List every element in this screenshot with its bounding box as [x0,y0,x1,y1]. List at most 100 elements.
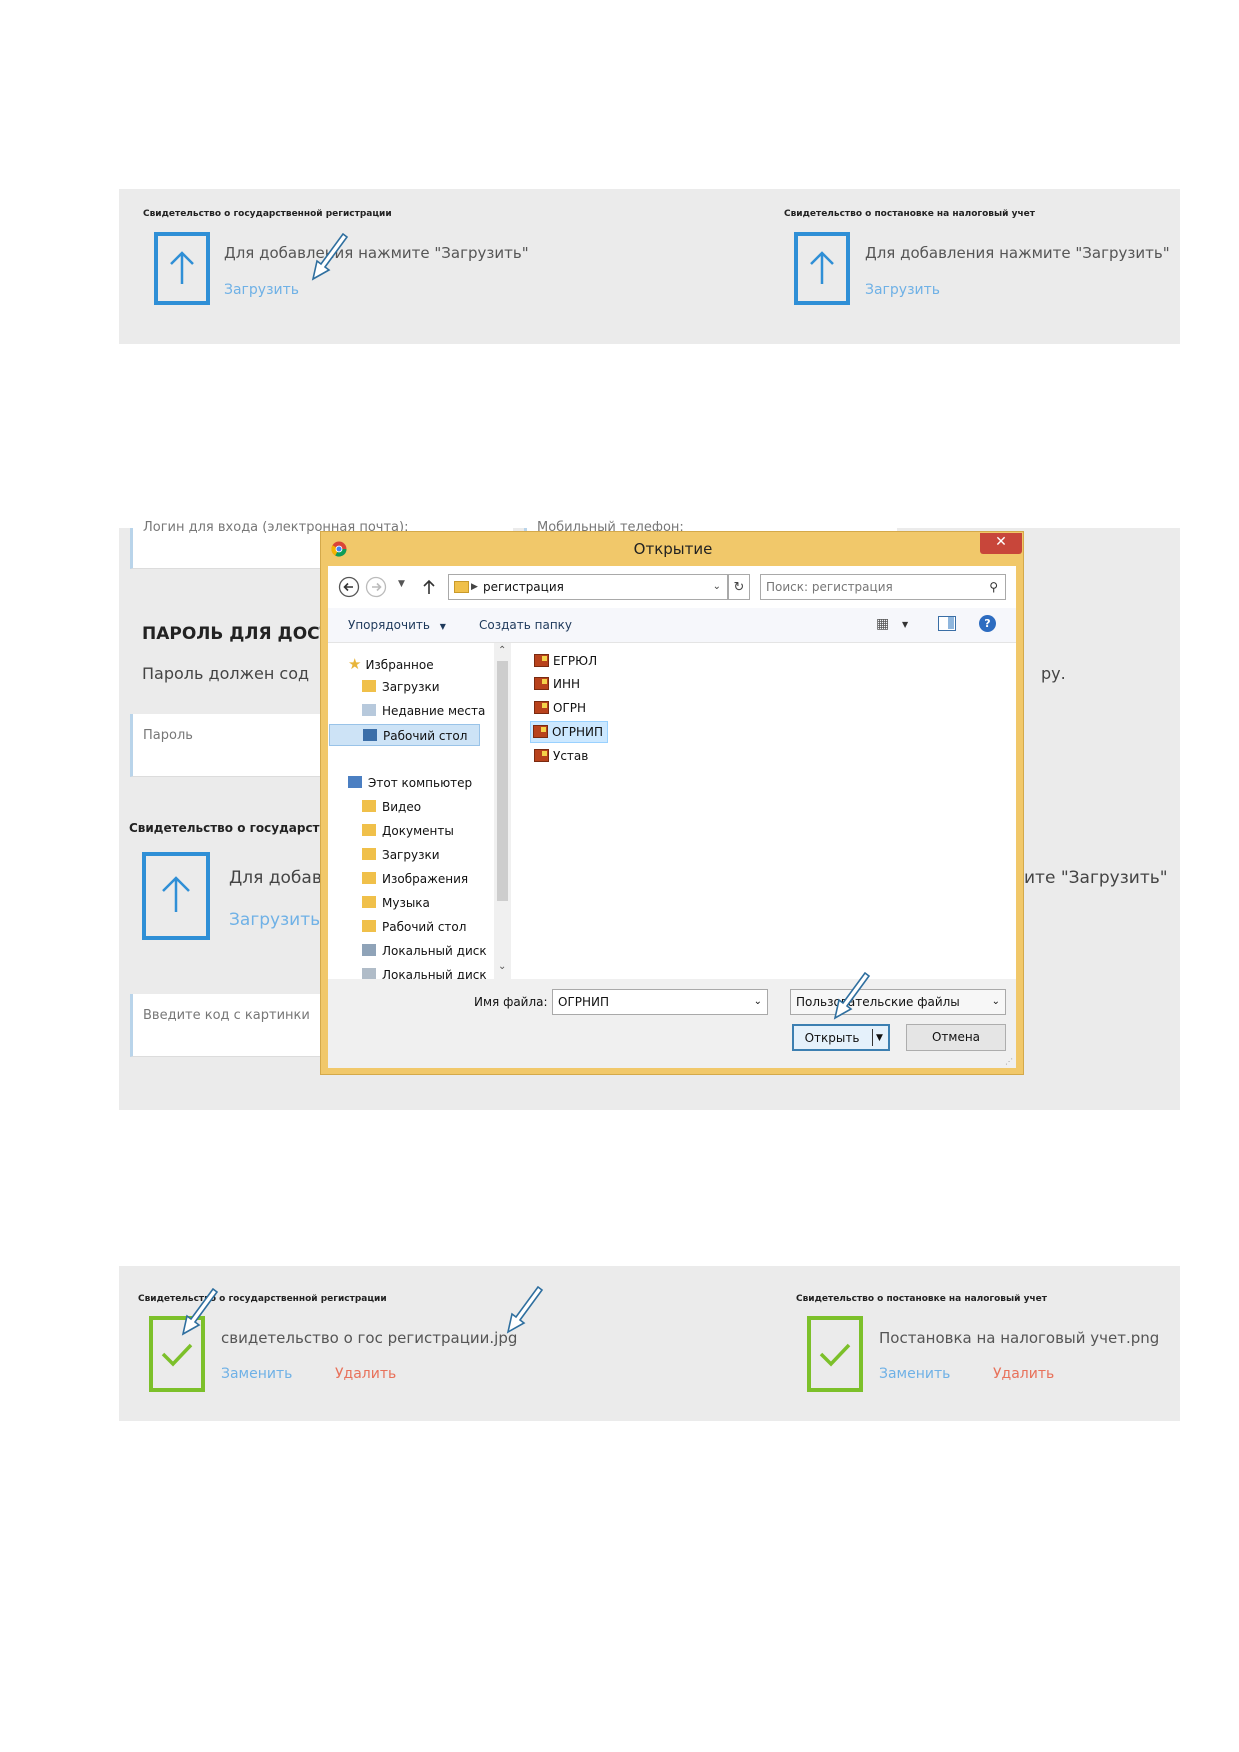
desktop-folder-icon [362,920,376,932]
tree-item-desktop-fav[interactable]: Рабочий стол [329,724,480,746]
local-disk-icon [362,968,376,979]
tree-item-recent[interactable]: Недавние места [362,700,485,722]
state-registration-title: Свидетельство о государственной регистра… [138,1294,387,1304]
downloads-folder-icon [362,680,376,692]
cert-title-fragment: Свидетельство о государст [129,821,320,835]
preview-pane-icon[interactable] [938,616,956,631]
upload-hint-fragment: Для добав [229,868,322,888]
star-icon: ★ [348,655,362,673]
breadcrumb-separator-icon: ▶ [471,582,478,592]
replace-link-right[interactable]: Заменить [879,1366,950,1382]
close-icon: ✕ [995,534,1007,550]
tree-item-documents[interactable]: Документы [362,820,454,842]
filename-label: Имя файла: [474,995,548,1009]
new-folder-button[interactable]: Создать папку [479,618,572,632]
upload-arrow-icon [810,251,834,284]
folder-icon [454,581,469,593]
tree-item-local-disk-2[interactable]: Локальный диск [362,964,487,979]
pointer-arrow-icon [506,1286,544,1334]
captcha-field[interactable]: Введите код с картинки [130,994,333,1057]
close-button[interactable]: ✕ [980,533,1022,554]
dialog-footer: Имя файла: ОГРНИП ⌄ Пользовательские фай… [328,979,1016,1068]
file-ogrn[interactable]: ОГРН [532,698,590,718]
scroll-thumb[interactable] [497,661,508,901]
file-ogrnip-selected[interactable]: ОГРНИП [530,721,609,743]
password-heading: ПАРОЛЬ ДЛЯ ДОСТ [142,624,332,644]
up-icon[interactable] [422,579,436,595]
cancel-button[interactable]: Отмена [906,1024,1006,1051]
state-registration-title: Свидетельство о государственной регистра… [143,209,392,219]
pointer-arrow-icon [181,1288,219,1336]
tree-item-music[interactable]: Музыка [362,892,430,914]
delete-link[interactable]: Удалить [335,1366,396,1382]
tree-item-local-disk-1[interactable]: Локальный диск [362,940,487,962]
recent-places-icon [362,704,376,716]
delete-link-right[interactable]: Удалить [993,1366,1054,1382]
image-file-icon [534,701,549,714]
replace-link[interactable]: Заменить [221,1366,292,1382]
filetype-dropdown-icon[interactable]: ⌄ [992,990,1000,1014]
view-options-icon[interactable]: ▦ [876,616,889,632]
image-file-icon [533,725,548,738]
music-folder-icon [362,896,376,908]
tree-scrollbar[interactable]: ⌃ ⌄ [494,643,511,979]
filetype-select[interactable]: Пользовательские файлы ⌄ [790,989,1006,1015]
tree-item-pictures[interactable]: Изображения [362,868,468,890]
tree-this-pc[interactable]: Этот компьютер [348,772,472,794]
filename-value: ОГРНИП [558,995,610,1009]
filename-input[interactable]: ОГРНИП ⌄ [552,989,768,1015]
file-ustav[interactable]: Устав [532,746,592,766]
upload-hint-right: Для добавления нажмите "Загрузить" [865,244,1170,262]
back-icon[interactable] [338,576,360,598]
scroll-down-icon: ⌄ [498,961,507,972]
downloads-folder-icon [362,848,376,860]
open-button[interactable]: Открыть ▼ [792,1024,890,1051]
search-input[interactable]: Поиск: регистрация ⚲ [760,574,1006,600]
resize-grip-icon[interactable]: ⋰ [1005,1057,1013,1066]
chevron-down-icon: ▼ [439,622,446,631]
refresh-icon: ↻ [733,580,745,595]
uploaded-ok-box-right [807,1316,863,1392]
forward-icon[interactable] [365,576,387,598]
tree-item-desktop[interactable]: Рабочий стол [362,916,466,938]
view-dropdown-icon[interactable]: ▼ [902,620,908,629]
upload-hint-tail: ите "Загрузить" [1024,868,1168,888]
tree-item-video[interactable]: Видео [362,796,421,818]
video-folder-icon [362,800,376,812]
upload-hint: Для добавления нажмите "Загрузить" [224,244,529,262]
tree-favorites[interactable]: ★ Избранное [348,653,434,675]
file-inn[interactable]: ИНН [532,674,584,694]
image-file-icon [534,677,549,690]
captcha-placeholder: Введите код с картинки [143,1008,310,1023]
upload-icon-box-bg[interactable] [142,852,210,940]
upload-icon-box[interactable] [154,232,210,305]
address-dropdown-icon[interactable]: ⌄ [713,575,721,599]
open-dropdown-icon[interactable]: ▼ [876,1026,883,1050]
upload-panel: Свидетельство о государственной регистра… [119,189,1180,344]
local-disk-icon [362,944,376,956]
upload-link-bg[interactable]: Загрузить [229,910,320,930]
address-folder: регистрация [483,580,564,594]
filename-dropdown-icon[interactable]: ⌄ [754,990,762,1014]
password-hint: Пароль должен сод [142,664,310,683]
uploaded-panel: Свидетельство о государственной регистра… [119,1266,1180,1421]
image-file-icon [534,749,549,762]
file-list: ЕГРЮЛ ИНН ОГРН ОГРНИП Устав [512,643,1016,979]
tree-item-downloads[interactable]: Загрузки [362,844,440,866]
address-bar[interactable]: ▶ регистрация ⌄ [448,574,728,600]
nav-bar: ▼ ▶ регистрация ⌄ ↻ Поиск: регистрация ⚲ [328,566,1016,608]
refresh-button[interactable]: ↻ [728,574,750,600]
upload-link[interactable]: Загрузить [224,282,299,298]
organize-button[interactable]: Упорядочить ▼ [348,618,446,632]
uploaded-file-name: свидетельство о гос регистрации.jpg [221,1329,518,1347]
recent-dropdown-icon[interactable]: ▼ [398,579,405,589]
pointer-arrow-icon [833,972,871,1020]
upload-icon-box-right[interactable] [794,232,850,305]
pictures-folder-icon [362,872,376,884]
upload-link-right[interactable]: Загрузить [865,282,940,298]
help-icon[interactable]: ? [979,615,996,632]
password-field[interactable]: Пароль [130,714,333,777]
file-egrul[interactable]: ЕГРЮЛ [532,651,601,671]
tree-item-downloads-fav[interactable]: Загрузки [362,676,440,698]
pointer-arrow-icon [311,233,349,281]
